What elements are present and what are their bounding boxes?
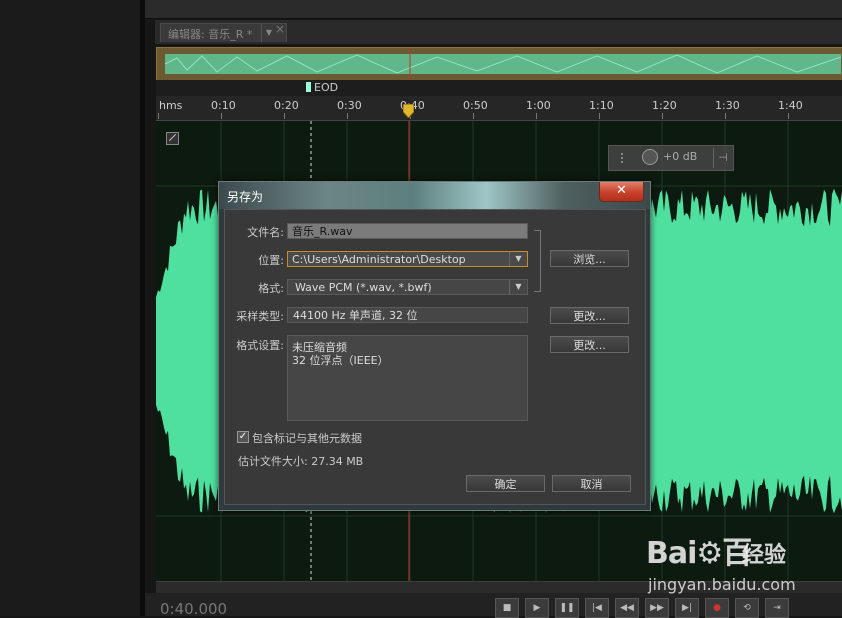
browse-button[interactable]: 浏览... [550,250,629,267]
ruler-label: 1:10 [589,99,614,112]
include-markers-label[interactable]: 包含标记与其他元数据 [252,430,362,446]
skip-start-icon[interactable]: |◀ [585,598,609,618]
marker-row: EOD [156,80,842,96]
ruler-label: 0:10 [211,99,236,112]
loop-icon[interactable]: ⟲ [735,598,759,618]
editor-tab-title: 编辑器: 音乐_R * [168,28,253,41]
chevron-down-icon[interactable]: ▼ [261,24,276,42]
format-settings-box: 未压缩音频 32 位浮点（IEEE） [287,335,528,421]
change-format-settings-button[interactable]: 更改... [550,336,629,353]
ruler-label: 1:40 [778,99,803,112]
stop-icon[interactable]: ■ [495,598,519,618]
volume-value: +0 dB [663,150,698,163]
close-icon[interactable]: ✕ [599,182,644,202]
ruler-label: 1:00 [526,99,551,112]
timecode-display: 0:40.000 [160,600,228,618]
location-label: 位置: [258,254,284,267]
overview-wave-svg [164,48,842,80]
format-label: 格式: [258,282,284,295]
volume-hud[interactable]: +0 dB ⊣ [608,145,734,171]
level-meter-icon [621,153,637,163]
dialog-title: 另存为 [227,190,264,204]
watermark-url: jingyan.baidu.com [648,575,796,594]
play-icon[interactable]: ▶ [525,598,549,618]
ruler-label: 1:20 [652,99,677,112]
pin-icon[interactable]: ⊣ [713,148,732,168]
include-markers-checkbox[interactable]: ✓ [237,431,249,443]
format-settings-line: 未压缩音频 [292,341,347,354]
time-ruler[interactable]: hms 0:10 0:20 0:30 0:40 0:50 1:00 1:10 1… [156,96,842,121]
eod-marker-label[interactable]: EOD [314,81,338,94]
bracket-divider [534,230,541,292]
format-settings-label: 格式设置: [236,339,284,352]
ok-button[interactable]: 确定 [466,475,545,492]
change-sample-type-button[interactable]: 更改... [550,307,629,324]
baidu-logo: Bai⚙百 [646,536,752,571]
record-icon[interactable]: ● [705,598,729,618]
ruler-unit-label: hms [159,99,183,112]
dialog-body: 文件名: 音乐_R.wav 位置: C:\Users\Administrator… [224,209,646,505]
chevron-down-icon[interactable]: ▼ [509,252,527,266]
save-as-dialog: 另存为 ✕ 文件名: 音乐_R.wav 位置: C:\Users\Adminis… [218,181,651,511]
location-value: C:\Users\Administrator\Desktop [292,253,466,266]
volume-knob[interactable] [642,149,658,165]
ruler-label: 0:20 [274,99,299,112]
panel-divider[interactable] [140,0,145,616]
chevron-down-icon[interactable]: ▼ [509,280,527,294]
left-panel [0,0,140,616]
location-select[interactable]: C:\Users\Administrator\Desktop ▼ [287,251,528,267]
rewind-icon[interactable]: ◀◀ [615,598,639,618]
format-value: Wave PCM (*.wav, *.bwf) [295,281,432,294]
watermark-jingyan: 经验 [742,543,787,568]
zoom-toggle-icon[interactable] [166,132,179,145]
ruler-label: 1:30 [715,99,740,112]
top-toolbar [145,0,842,19]
cancel-button[interactable]: 取消 [552,475,631,492]
editor-tab[interactable]: 编辑器: 音乐_R * ▼ [160,23,287,42]
skip-selection-icon[interactable]: ⇥ [765,598,789,618]
dialog-titlebar[interactable]: 另存为 ✕ [219,182,650,209]
estimated-size-text: 估计文件大小: 27.34 MB [238,455,364,468]
skip-end-icon[interactable]: ▶| [675,598,699,618]
format-select[interactable]: Wave PCM (*.wav, *.bwf) ▼ [287,279,528,295]
format-settings-line: 32 位浮点（IEEE） [292,354,389,367]
close-icon[interactable]: × [275,22,285,36]
filename-label: 文件名: [247,226,284,239]
fast-forward-icon[interactable]: ▶▶ [645,598,669,618]
marker-flag-icon[interactable] [306,82,311,92]
overview-waveform[interactable] [156,47,842,81]
sample-type-label: 采样类型: [236,310,284,323]
ruler-label: 0:50 [463,99,488,112]
editor-tab-bar: 编辑器: 音乐_R * ▼ × [155,20,842,44]
playhead-handle-icon[interactable] [403,104,414,118]
pause-icon[interactable]: ❚❚ [555,598,579,618]
ruler-label: 0:30 [337,99,362,112]
sample-type-value: 44100 Hz 单声道, 32 位 [287,307,528,323]
filename-input[interactable]: 音乐_R.wav [287,223,528,239]
